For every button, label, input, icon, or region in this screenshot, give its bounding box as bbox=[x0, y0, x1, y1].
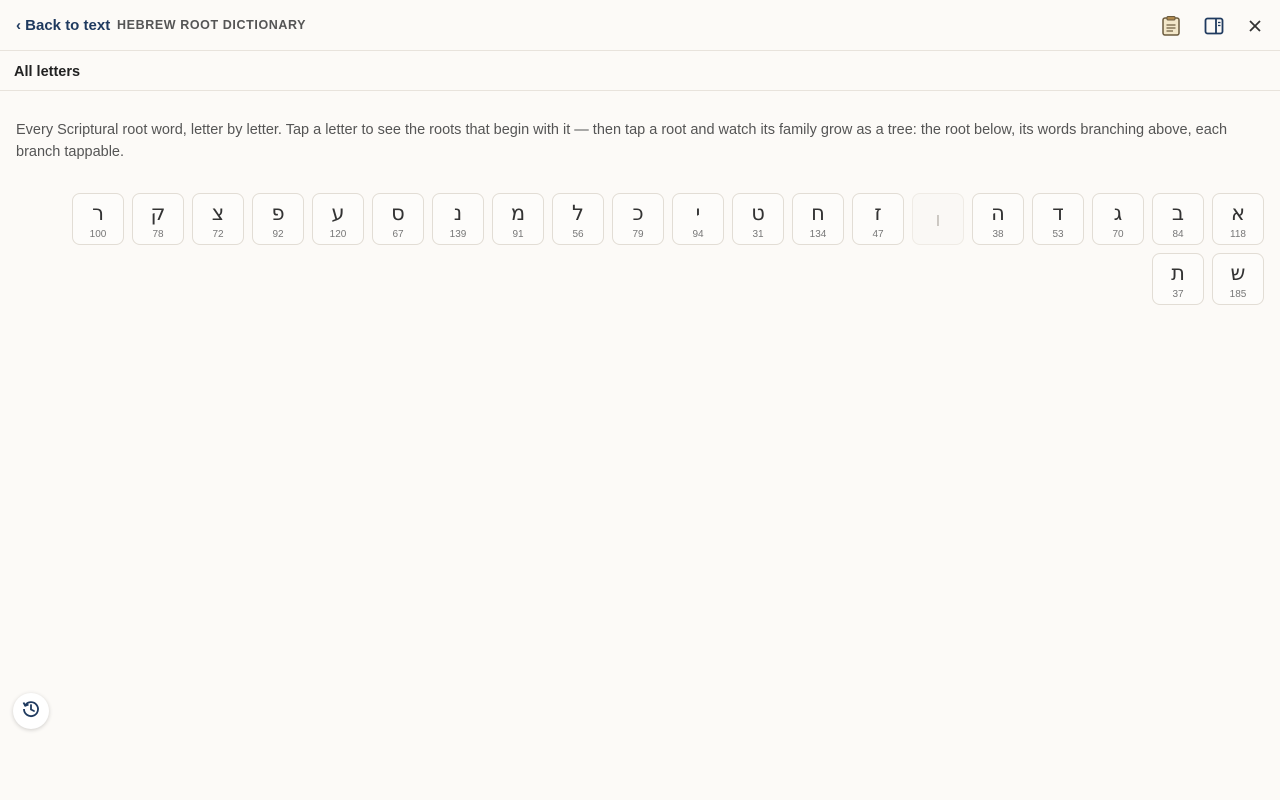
letter-glyph: ר bbox=[92, 201, 104, 225]
letter-tile[interactable]: ב 84 bbox=[1152, 193, 1204, 245]
letter-tile[interactable]: ל 56 bbox=[552, 193, 604, 245]
letter-tile[interactable]: א 118 bbox=[1212, 193, 1264, 245]
letter-tile[interactable]: ע 120 bbox=[312, 193, 364, 245]
root-count: 139 bbox=[449, 229, 467, 240]
root-count: 78 bbox=[152, 229, 164, 240]
letter-glyph: ת bbox=[1171, 261, 1185, 285]
root-count: 56 bbox=[572, 229, 584, 240]
letter-tile[interactable]: ת 37 bbox=[1152, 253, 1204, 305]
notes-icon[interactable] bbox=[1159, 14, 1183, 38]
letter-glyph: ד bbox=[1052, 201, 1064, 225]
letter-glyph: ע bbox=[331, 201, 345, 225]
letter-tile[interactable]: ס 67 bbox=[372, 193, 424, 245]
letter-tile[interactable]: י 94 bbox=[672, 193, 724, 245]
root-count: 94 bbox=[692, 229, 704, 240]
root-count: 70 bbox=[1112, 229, 1124, 240]
close-icon[interactable] bbox=[1243, 14, 1267, 38]
letter-glyph: פ bbox=[271, 201, 285, 225]
letter-glyph: ג bbox=[1113, 201, 1123, 225]
root-count: 118 bbox=[1230, 229, 1246, 240]
root-count: 47 bbox=[872, 229, 884, 240]
letter-tile[interactable]: ר 100 bbox=[72, 193, 124, 245]
history-icon bbox=[21, 699, 41, 724]
letter-tile[interactable]: ק 78 bbox=[132, 193, 184, 245]
letter-glyph: ה bbox=[991, 201, 1005, 225]
intro-text: Every Scriptural root word, letter by le… bbox=[16, 122, 1228, 160]
letter-tile[interactable]: ז 47 bbox=[852, 193, 904, 245]
letter-tile[interactable]: פ 92 bbox=[252, 193, 304, 245]
root-count: 79 bbox=[632, 229, 644, 240]
history-button[interactable] bbox=[13, 693, 49, 729]
letter-tile[interactable]: צ 72 bbox=[192, 193, 244, 245]
root-count: 120 bbox=[329, 229, 347, 240]
root-count: 67 bbox=[392, 229, 404, 240]
letter-glyph: ח bbox=[811, 201, 825, 225]
root-count: 100 bbox=[89, 229, 107, 240]
letter-glyph: ס bbox=[391, 201, 405, 225]
top-bar: ‹ Back to text HEBREW ROOT DICTIONARY bbox=[0, 0, 1280, 51]
letter-tile: ו bbox=[912, 193, 964, 245]
letter-glyph: ז bbox=[874, 201, 882, 225]
back-to-text-link[interactable]: ‹ Back to text bbox=[16, 17, 110, 34]
root-count: 84 bbox=[1172, 229, 1184, 240]
letter-glyph: ק bbox=[150, 201, 166, 225]
letter-glyph: י bbox=[695, 201, 701, 225]
sidebar-panel-icon[interactable] bbox=[1202, 14, 1226, 38]
app-title: HEBREW ROOT DICTIONARY bbox=[117, 18, 307, 32]
all-letters-label: All letters bbox=[14, 64, 81, 80]
letter-tile[interactable]: ה 38 bbox=[972, 193, 1024, 245]
letter-glyph: ט bbox=[751, 201, 765, 225]
letter-tile[interactable]: ח 134 bbox=[792, 193, 844, 245]
breadcrumb-bar: All letters bbox=[0, 51, 1280, 91]
letter-glyph: נ bbox=[453, 201, 463, 225]
root-count: 72 bbox=[212, 229, 224, 240]
letter-glyph: מ bbox=[510, 201, 526, 225]
letter-glyph: צ bbox=[211, 201, 225, 225]
root-count: 37 bbox=[1172, 289, 1184, 300]
letter-glyph: ש bbox=[1230, 261, 1246, 285]
letter-glyph: ל bbox=[572, 201, 584, 225]
letter-glyph: כ bbox=[632, 201, 644, 225]
root-count: 185 bbox=[1229, 289, 1247, 300]
letter-tile[interactable]: מ 91 bbox=[492, 193, 544, 245]
letter-tile[interactable]: נ 139 bbox=[432, 193, 484, 245]
root-count: 92 bbox=[272, 229, 284, 240]
root-count: 53 bbox=[1052, 229, 1064, 240]
root-count: 38 bbox=[992, 229, 1004, 240]
root-count: 31 bbox=[752, 229, 764, 240]
letter-tile[interactable]: ד 53 bbox=[1032, 193, 1084, 245]
letter-tile[interactable]: כ 79 bbox=[612, 193, 664, 245]
letter-tile[interactable]: ג 70 bbox=[1092, 193, 1144, 245]
root-count: 91 bbox=[512, 229, 524, 240]
letter-tile[interactable]: ש 185 bbox=[1212, 253, 1264, 305]
letter-glyph: ב bbox=[1171, 201, 1185, 225]
letter-tile[interactable]: ט 31 bbox=[732, 193, 784, 245]
root-count: 134 bbox=[809, 229, 827, 240]
letter-glyph: ו bbox=[935, 207, 941, 231]
letter-glyph: א bbox=[1230, 201, 1246, 225]
